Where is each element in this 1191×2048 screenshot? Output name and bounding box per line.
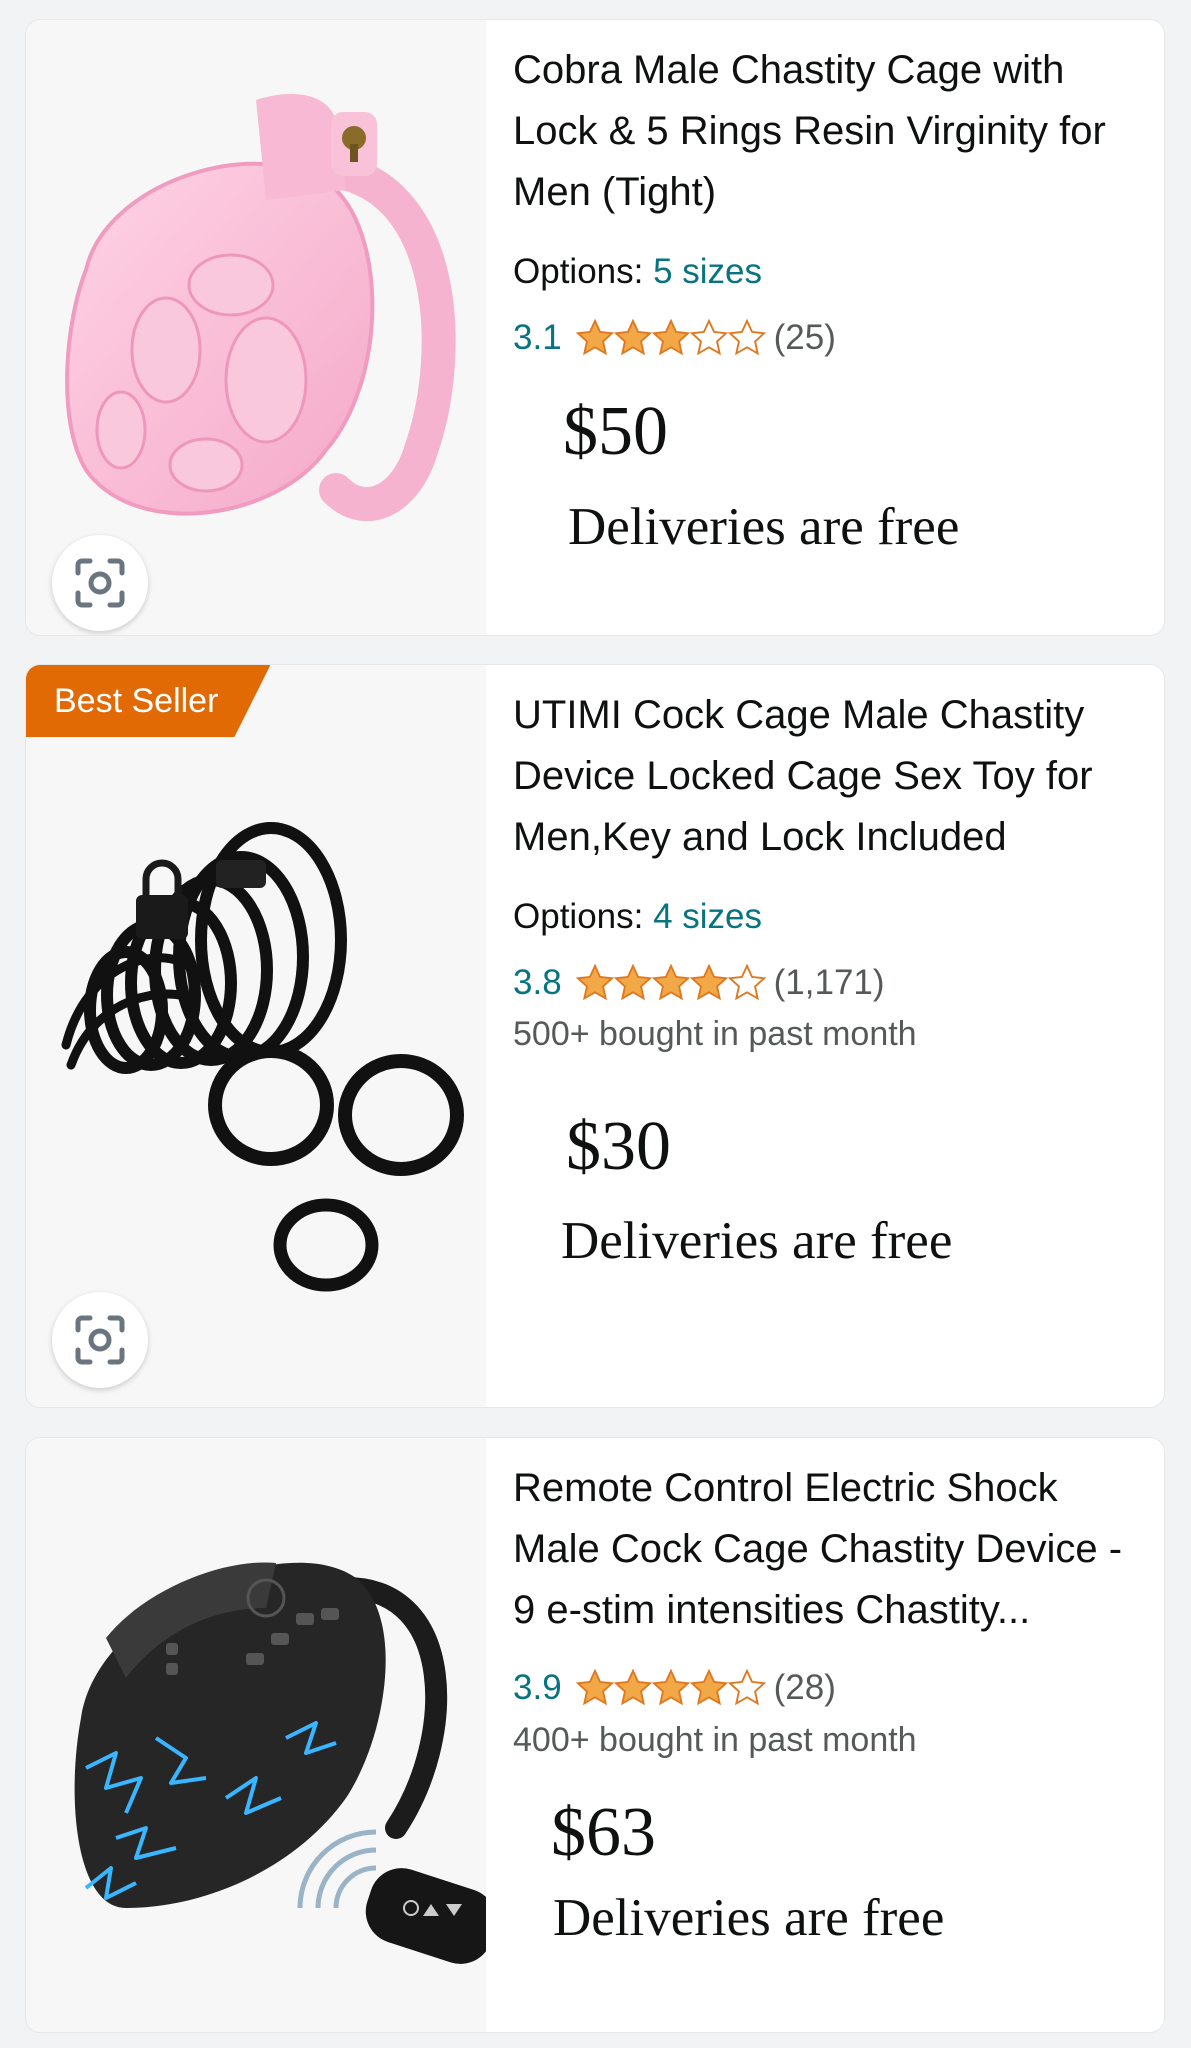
product-card[interactable]: Remote Control Electric Shock Male Cock … [26,1438,1164,2032]
star-outline-icon [727,1669,766,1706]
star-icon [613,319,652,356]
product-title[interactable]: Remote Control Electric Shock Male Cock … [513,1458,1134,1641]
delivery-info: Deliveries are free [561,1212,953,1270]
camera-lens-icon [75,1315,125,1365]
product-image[interactable] [26,1438,486,2032]
product-image[interactable] [26,20,486,635]
product-card[interactable]: Cobra Male Chastity Cage with Lock & 5 R… [26,20,1164,635]
product-price: $63 [551,1794,656,1871]
rating-stars [575,1669,766,1707]
product-info: Remote Control Electric Shock Male Cock … [513,1438,1134,2032]
product-card[interactable]: Best Seller UTIMI Cock Cage Male Chastit… [26,665,1164,1407]
product-rating[interactable]: 3.1 (25) [513,318,836,358]
star-icon [613,1669,652,1706]
star-icon [575,964,614,1001]
star-icon [689,964,728,1001]
star-icon [613,964,652,1001]
bought-count: 500+ bought in past month [513,1015,917,1053]
star-icon [689,1669,728,1706]
bought-count: 400+ bought in past month [513,1721,917,1759]
product-price: $50 [563,393,668,470]
product-price: $30 [566,1108,671,1185]
review-count: (25) [773,318,836,357]
star-icon [575,1669,614,1706]
star-icon [651,1669,690,1706]
product-rating[interactable]: 3.9 (28) [513,1668,836,1708]
visual-search-button[interactable] [52,1292,148,1388]
rating-stars [575,964,766,1002]
review-count: (1,171) [773,963,885,1002]
product-options: Options: 4 sizes [513,897,762,937]
options-label: Options: [513,897,644,936]
options-sizes-link[interactable]: 4 sizes [653,897,762,936]
best-seller-badge: Best Seller [26,665,270,737]
review-count: (28) [773,1668,836,1707]
rating-value: 3.9 [513,1668,562,1707]
product-options: Options: 5 sizes [513,252,762,292]
star-icon [651,964,690,1001]
rating-stars [575,319,766,357]
options-label: Options: [513,252,644,291]
rating-value: 3.1 [513,318,562,357]
options-sizes-link[interactable]: 5 sizes [653,252,762,291]
star-outline-icon [689,319,728,356]
electric-cage-image [74,1562,486,1964]
product-rating[interactable]: 3.8 (1,171) [513,963,885,1003]
product-title[interactable]: UTIMI Cock Cage Male Chastity Device Loc… [513,685,1134,868]
product-info: Cobra Male Chastity Cage with Lock & 5 R… [513,20,1134,635]
visual-search-button[interactable] [52,535,148,631]
star-icon [651,319,690,356]
delivery-info: Deliveries are free [553,1889,945,1947]
camera-lens-icon [75,558,125,608]
delivery-info: Deliveries are free [568,498,960,556]
star-outline-icon [727,964,766,1001]
star-icon [575,319,614,356]
star-outline-icon [727,319,766,356]
product-title[interactable]: Cobra Male Chastity Cage with Lock & 5 R… [513,40,1134,223]
rating-value: 3.8 [513,963,562,1002]
product-image[interactable]: Best Seller [26,665,486,1407]
product-info: UTIMI Cock Cage Male Chastity Device Loc… [513,665,1134,1407]
